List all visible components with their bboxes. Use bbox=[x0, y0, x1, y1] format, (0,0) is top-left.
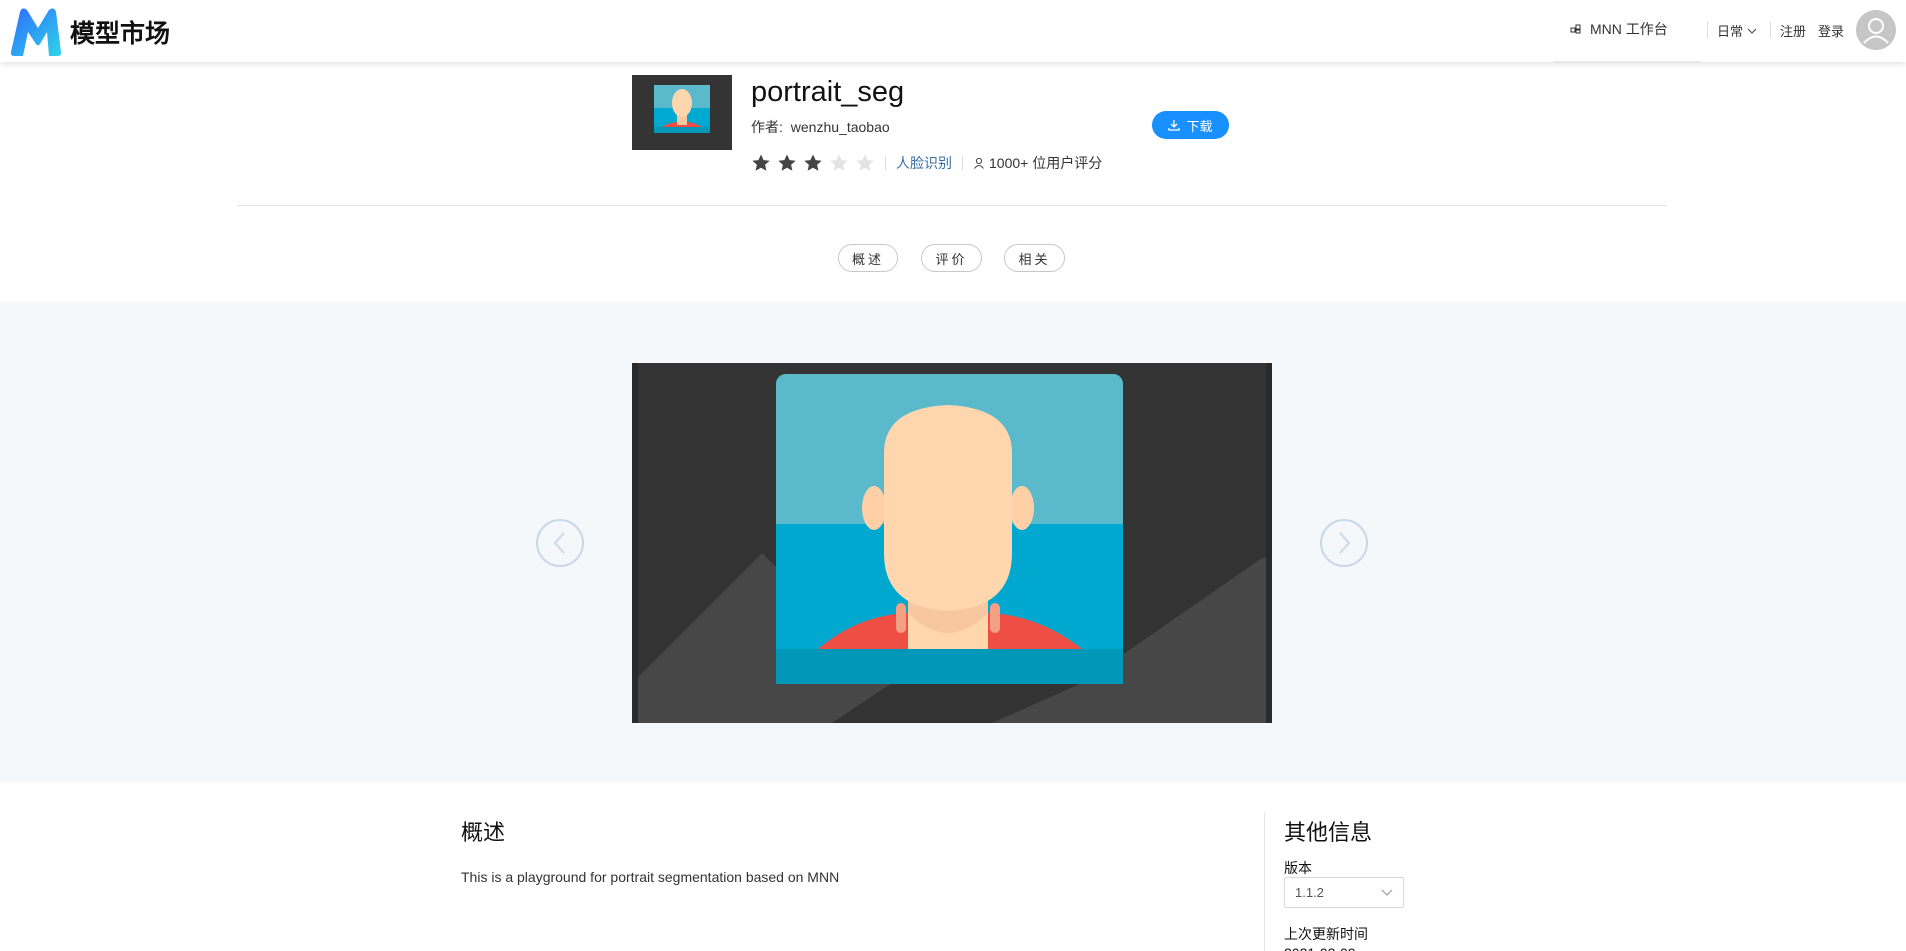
model-thumbnail bbox=[632, 75, 732, 150]
download-icon bbox=[1168, 120, 1181, 131]
avatar[interactable] bbox=[1856, 10, 1896, 50]
register-link[interactable]: 注册 bbox=[1780, 21, 1806, 40]
info-title: 其他信息 bbox=[1284, 820, 1373, 845]
rating-divider bbox=[885, 156, 886, 170]
workbench-label: MNN 工作台 bbox=[1590, 21, 1668, 37]
download-label: 下载 bbox=[1186, 118, 1213, 134]
sidebar-divider bbox=[1264, 812, 1265, 951]
star-rating bbox=[751, 153, 875, 173]
portrait-illustration bbox=[632, 363, 1272, 723]
carousel-next-button[interactable] bbox=[1320, 519, 1368, 567]
login-link[interactable]: 登录 bbox=[1818, 21, 1844, 40]
category-link[interactable]: 人脸识别 bbox=[896, 153, 952, 173]
nav-divider bbox=[1707, 22, 1708, 38]
updated-label: 上次更新时间 bbox=[1284, 926, 1368, 942]
download-button[interactable]: 下载 bbox=[1152, 111, 1229, 139]
tab-related[interactable]: 相关 bbox=[1004, 244, 1065, 272]
rating-row: 人脸识别 1000+ 位用户评分 bbox=[751, 152, 1102, 174]
version-select[interactable]: 1.1.2 bbox=[1284, 877, 1404, 908]
star-empty-icon bbox=[856, 154, 874, 171]
section-tabs: 概述 评价 相关 bbox=[0, 244, 1906, 274]
tab-reviews[interactable]: 评价 bbox=[921, 244, 982, 272]
nav-divider bbox=[1770, 22, 1771, 38]
brand-title[interactable]: 模型市场 bbox=[70, 14, 170, 50]
tab-overview[interactable]: 概述 bbox=[838, 244, 898, 272]
author-row: 作者: wenzhu_taobao bbox=[751, 117, 890, 137]
version-label: 版本 bbox=[1284, 860, 1312, 876]
carousel-prev-button[interactable] bbox=[536, 519, 584, 567]
user-avatar-icon bbox=[1856, 10, 1896, 50]
env-select-label: 日常 bbox=[1717, 24, 1744, 39]
users-count-label: 1000+ 位用户评分 bbox=[989, 155, 1103, 171]
model-name: portrait_seg bbox=[751, 76, 905, 108]
workbench-underline bbox=[1553, 61, 1701, 63]
author-prefix: 作者: bbox=[751, 119, 783, 135]
top-nav: 模型市场 MNN 工作台 日常 注册 登录 bbox=[0, 0, 1906, 63]
workbench-icon bbox=[1570, 24, 1581, 34]
chevron-down-icon bbox=[1747, 28, 1757, 34]
author-name: wenzhu_taobao bbox=[790, 119, 890, 135]
chevron-right-icon bbox=[1339, 532, 1351, 554]
page: 模型市场 MNN 工作台 日常 注册 登录 portrait_seg 作者: w… bbox=[0, 0, 1906, 951]
users-count: 1000+ 位用户评分 bbox=[973, 153, 1102, 173]
user-icon bbox=[974, 157, 984, 169]
star-filled-icon bbox=[778, 154, 796, 171]
rating-divider bbox=[962, 156, 963, 170]
carousel-image bbox=[632, 363, 1272, 723]
workbench-link[interactable]: MNN 工作台 bbox=[1570, 19, 1668, 39]
logo-icon[interactable] bbox=[8, 6, 64, 56]
portrait-icon bbox=[632, 75, 732, 150]
header-divider bbox=[237, 205, 1667, 206]
star-empty-icon bbox=[830, 154, 848, 171]
overview-text: This is a playground for portrait segmen… bbox=[461, 869, 840, 885]
chevron-down-icon bbox=[1381, 889, 1393, 896]
star-filled-icon bbox=[752, 154, 770, 171]
env-select[interactable]: 日常 bbox=[1717, 21, 1757, 40]
star-filled-icon bbox=[804, 154, 822, 171]
version-value: 1.1.2 bbox=[1295, 885, 1324, 900]
chevron-left-icon bbox=[553, 532, 565, 554]
overview-title: 概述 bbox=[461, 820, 506, 845]
updated-date: 2021-03-09 bbox=[1284, 945, 1356, 951]
